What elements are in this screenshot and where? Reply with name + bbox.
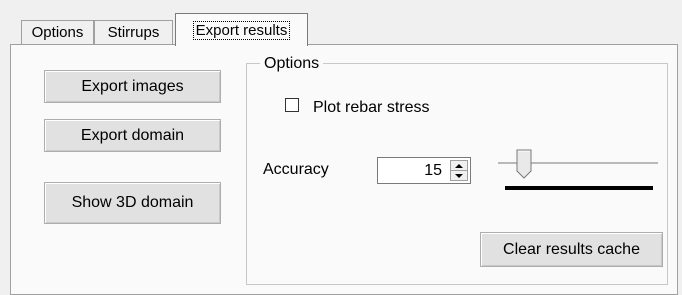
triangle-down-icon	[455, 173, 463, 178]
slider-indicator-bar	[505, 186, 653, 190]
tab-options[interactable]: Options	[21, 20, 94, 44]
show-3d-domain-label: Show 3D domain	[71, 194, 194, 211]
export-domain-label: Export domain	[80, 126, 185, 144]
tab-strip: Options Stirrups Export results	[0, 0, 682, 46]
tab-export-results[interactable]: Export results	[175, 13, 308, 46]
tab-options-label: Options	[31, 24, 84, 41]
accuracy-spinbox[interactable]: 15	[377, 157, 471, 184]
slider-thumb-icon[interactable]	[516, 149, 532, 179]
plot-rebar-stress-checkbox[interactable]	[285, 98, 299, 112]
accuracy-slider[interactable]	[495, 148, 660, 198]
show-3d-domain-button[interactable]: Show 3D domain	[44, 182, 221, 224]
clear-results-cache-button[interactable]: Clear results cache	[480, 232, 663, 267]
accuracy-label: Accuracy	[263, 161, 329, 178]
spin-down-button[interactable]	[451, 171, 467, 180]
tab-stirrups-label: Stirrups	[107, 24, 160, 41]
accuracy-spin-buttons	[450, 160, 468, 181]
export-images-button[interactable]: Export images	[44, 70, 221, 103]
tab-stirrups[interactable]: Stirrups	[94, 20, 173, 44]
spin-up-button[interactable]	[451, 161, 467, 171]
export-domain-button[interactable]: Export domain	[44, 119, 221, 152]
clear-results-cache-label: Clear results cache	[503, 240, 640, 258]
triangle-up-icon	[455, 163, 463, 168]
accuracy-value: 15	[424, 162, 442, 179]
options-group-title: Options	[260, 55, 324, 73]
export-images-label: Export images	[81, 77, 184, 95]
plot-rebar-stress-label: Plot rebar stress	[313, 99, 430, 116]
tab-export-results-label: Export results	[192, 20, 291, 40]
